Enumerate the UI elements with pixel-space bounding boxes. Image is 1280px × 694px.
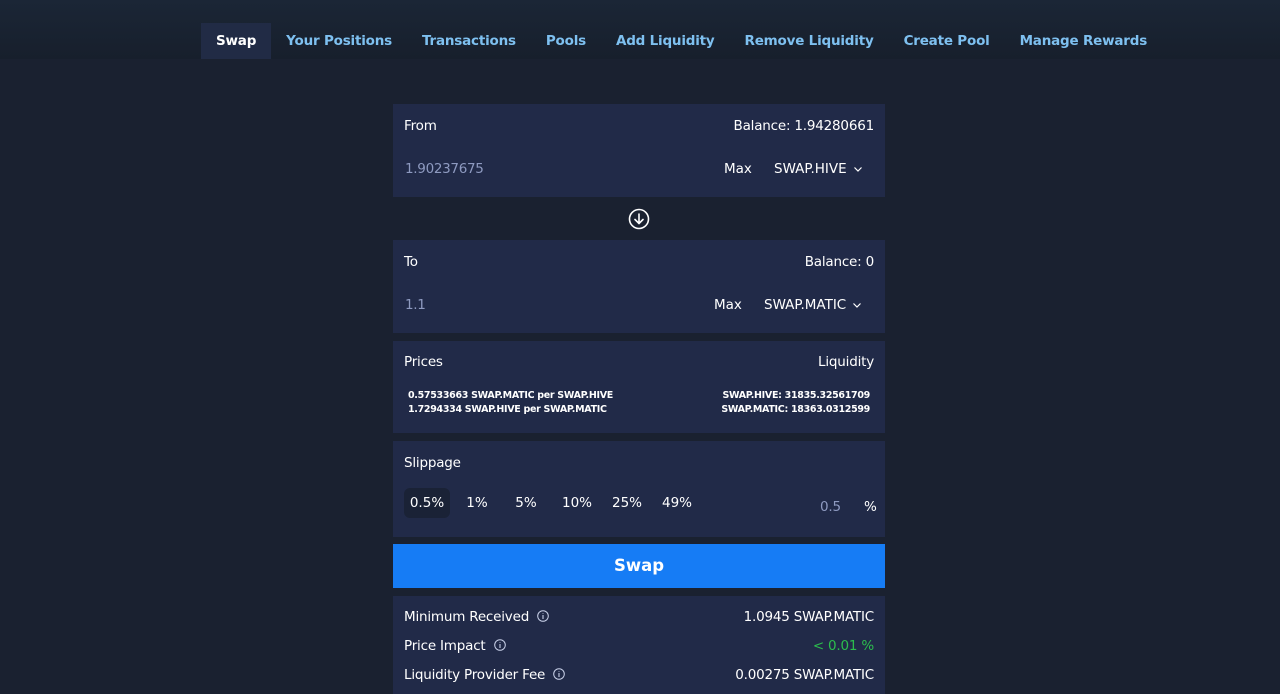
info-icon[interactable]	[537, 610, 549, 622]
from-balance: Balance: 1.94280661	[733, 118, 875, 134]
price-rate-1: 0.57533663 SWAP.MATIC per SWAP.HIVE	[408, 390, 613, 401]
price-impact-value: < 0.01 %	[812, 638, 874, 654]
price-impact-row: Price Impact	[404, 638, 506, 654]
slippage-option-1[interactable]: 1%	[458, 488, 496, 518]
lp-fee-row: Liquidity Provider Fee	[404, 667, 566, 683]
to-panel: To Balance: 0 1.1 Max SWAP.MATIC	[393, 240, 885, 333]
liquidity-value-2: SWAP.MATIC: 18363.0312599	[721, 404, 870, 415]
slippage-option-25[interactable]: 25%	[606, 488, 648, 518]
minimum-received-label: Minimum Received	[404, 609, 530, 625]
swap-direction-icon[interactable]	[628, 208, 650, 230]
tab-pools[interactable]: Pools	[531, 23, 601, 59]
to-balance: Balance: 0	[804, 254, 874, 270]
liquidity-value-1: SWAP.HIVE: 31835.32561709	[722, 390, 870, 401]
slippage-option-5[interactable]: 5%	[506, 488, 546, 518]
info-icon[interactable]	[553, 668, 566, 680]
prices-label: Prices	[404, 354, 443, 370]
lp-fee-label: Liquidity Provider Fee	[404, 667, 546, 683]
tab-manage-rewards[interactable]: Manage Rewards	[1005, 23, 1162, 59]
tab-swap[interactable]: Swap	[201, 23, 272, 59]
to-token-label: SWAP.MATIC	[764, 297, 847, 313]
liquidity-label: Liquidity	[818, 354, 874, 370]
from-label: From	[404, 118, 437, 134]
from-panel: From Balance: 1.94280661 1.90237675 Max …	[393, 104, 885, 197]
slippage-percent-label: %	[864, 499, 877, 515]
slippage-option-10[interactable]: 10%	[556, 488, 598, 518]
tab-add-liquidity[interactable]: Add Liquidity	[601, 23, 730, 59]
slippage-label: Slippage	[404, 455, 461, 471]
price-rate-2: 1.7294334 SWAP.HIVE per SWAP.MATIC	[408, 404, 607, 415]
chevron-down-icon	[853, 303, 862, 308]
info-icon[interactable]	[493, 639, 506, 651]
tab-create-pool[interactable]: Create Pool	[889, 23, 1005, 59]
chevron-down-icon	[853, 167, 862, 172]
from-amount-input[interactable]: 1.90237675	[405, 161, 484, 177]
tab-your-positions[interactable]: Your Positions	[271, 23, 407, 59]
to-max-button[interactable]: Max	[714, 297, 742, 313]
slippage-option-49[interactable]: 49%	[656, 488, 698, 518]
to-label: To	[404, 254, 418, 270]
minimum-received-value: 1.0945 SWAP.MATIC	[743, 609, 875, 625]
swap-details-panel: Minimum Received 1.0945 SWAP.MATIC Price…	[393, 596, 885, 694]
tab-remove-liquidity[interactable]: Remove Liquidity	[730, 23, 889, 59]
nav-tabs: Swap Your Positions Transactions Pools A…	[201, 23, 1162, 59]
slippage-option-0-5[interactable]: 0.5%	[404, 488, 450, 518]
tab-transactions[interactable]: Transactions	[407, 23, 531, 59]
minimum-received-row: Minimum Received	[404, 609, 549, 625]
to-amount-input[interactable]: 1.1	[405, 297, 426, 313]
swap-button[interactable]: Swap	[393, 544, 885, 588]
from-token-label: SWAP.HIVE	[774, 161, 847, 177]
prices-panel: Prices Liquidity 0.57533663 SWAP.MATIC p…	[393, 341, 885, 433]
from-max-button[interactable]: Max	[724, 161, 752, 177]
slippage-custom-input[interactable]: 0.5	[820, 499, 841, 515]
price-impact-label: Price Impact	[404, 638, 486, 654]
from-token-select[interactable]: SWAP.HIVE	[774, 161, 863, 177]
lp-fee-value: 0.00275 SWAP.MATIC	[735, 667, 874, 683]
to-token-select[interactable]: SWAP.MATIC	[764, 297, 862, 313]
top-navigation: Swap Your Positions Transactions Pools A…	[0, 0, 1280, 59]
